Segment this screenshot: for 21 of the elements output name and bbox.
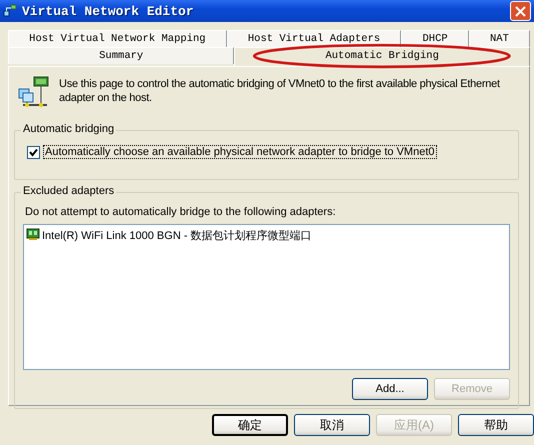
network-adapter-icon: [17, 75, 51, 109]
close-icon: [515, 6, 526, 16]
tab[interactable]: Host Virtual Adapters: [226, 30, 402, 47]
tab[interactable]: NAT: [468, 30, 530, 47]
button[interactable]: 帮助: [458, 414, 534, 436]
window-title: Virtual Network Editor: [22, 4, 195, 18]
tab[interactable]: Summary: [8, 47, 234, 64]
button[interactable]: 确定: [212, 414, 288, 436]
hint-text: Do not attempt to automatically bridge to the following adapters:: [24, 205, 337, 220]
description-text: Use this page to control the automatic bridging of VMnet0 to the first available physical Ethernet adapter on the host.: [59, 77, 501, 105]
group-title: Excluded adapters: [21, 185, 116, 197]
close-button[interactable]: [510, 1, 531, 21]
checkbox[interactable]: [27, 146, 40, 158]
button[interactable]: Add...: [352, 378, 428, 400]
network-card-icon: [26, 228, 40, 240]
network-icon: [3, 4, 17, 18]
group-title: Automatic bridging: [21, 123, 116, 135]
checkbox-label[interactable]: Automatically choose an available physical network adapter to bridge to VMnet0: [43, 145, 437, 159]
button[interactable]: 取消: [294, 414, 370, 436]
tab[interactable]: Host Virtual Network Mapping: [8, 30, 227, 47]
list-item[interactable]: Intel(R) WiFi Link 1000 BGN - 数据包计划程序微型端口: [42, 228, 312, 243]
